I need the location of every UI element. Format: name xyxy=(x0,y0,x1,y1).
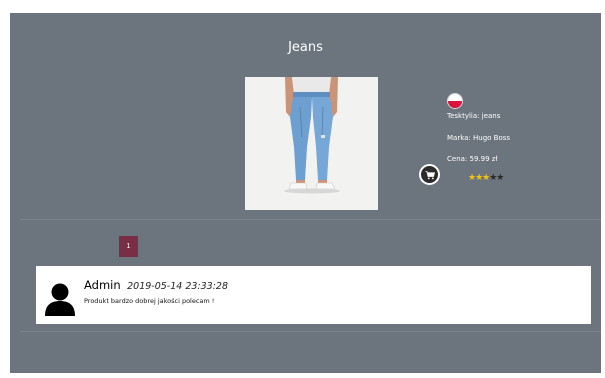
comment-item: Admin 2019-05-14 23:33:28 Produkt bardzo… xyxy=(36,266,591,324)
comment-author: Admin xyxy=(84,278,121,292)
product-price: Cena: 59.99 zł xyxy=(447,155,498,163)
avatar-icon xyxy=(45,283,75,316)
add-to-cart-button[interactable] xyxy=(419,164,440,185)
product-panel: Jeans Tesktylia: jeans Marka: Hugo Boss … xyxy=(10,13,601,373)
rating-stars: ★★★★★ xyxy=(468,172,504,182)
divider xyxy=(20,331,601,332)
cart-icon xyxy=(425,170,435,179)
product-brand: Marka: Hugo Boss xyxy=(447,134,511,142)
rating-stars-filled: ★★★ xyxy=(468,172,490,182)
pagination-page-1[interactable]: 1 xyxy=(119,236,138,257)
comment-header: Admin 2019-05-14 23:33:28 xyxy=(84,276,228,294)
rating-stars-empty: ★★ xyxy=(489,172,504,182)
poland-flag-icon xyxy=(447,93,463,109)
product-title: Jeans xyxy=(288,40,323,55)
jeans-photo xyxy=(245,77,378,210)
comment-text: Produkt bardzo dobrej jakości polecam ! xyxy=(84,297,215,305)
comment-timestamp: 2019-05-14 23:33:28 xyxy=(127,281,229,292)
product-image xyxy=(245,77,378,210)
product-material: Tesktylia: jeans xyxy=(447,112,501,120)
product-info: Tesktylia: jeans Marka: Hugo Boss Cena: … xyxy=(447,93,510,163)
divider xyxy=(20,219,601,220)
